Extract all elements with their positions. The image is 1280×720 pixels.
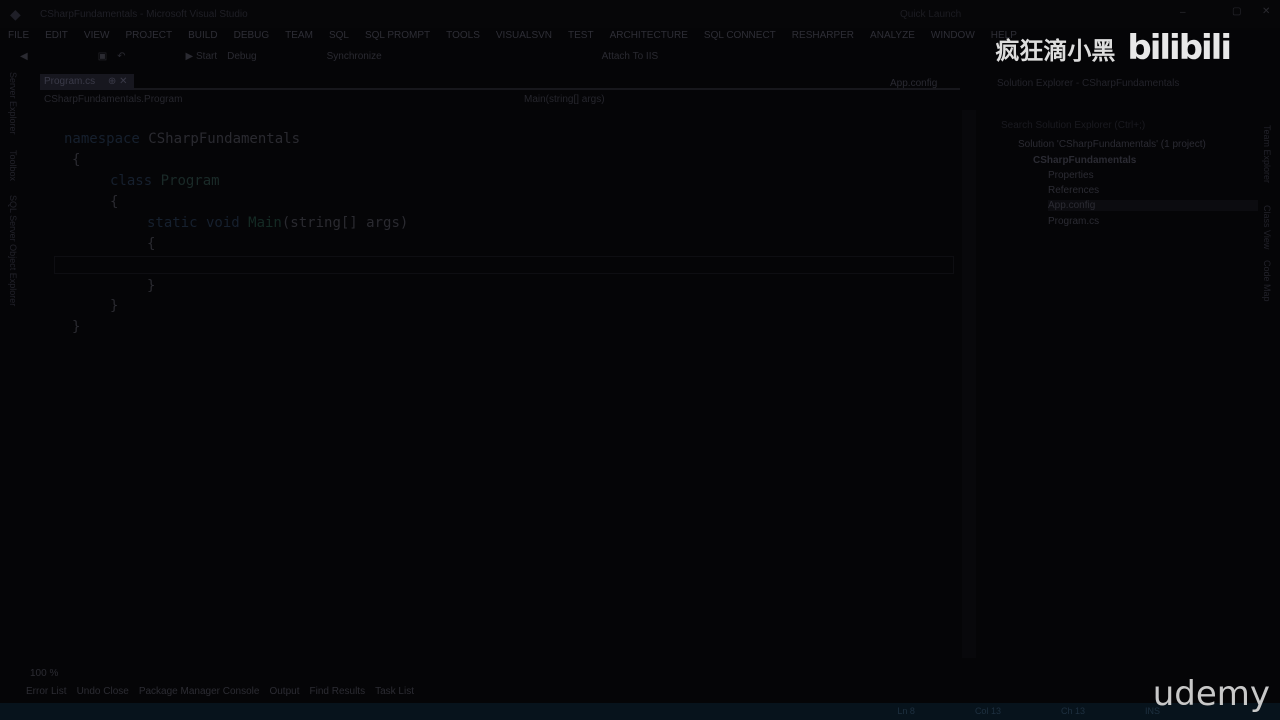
quick-launch-input[interactable]: Quick Launch bbox=[900, 9, 961, 20]
tree-item-solution[interactable]: Solution 'CSharpFundamentals' (1 project… bbox=[1018, 139, 1206, 150]
tree-item-properties[interactable]: Properties bbox=[1048, 170, 1094, 181]
side-tab-code-map[interactable]: Code Map bbox=[1262, 260, 1272, 302]
code-line: class Program bbox=[110, 173, 220, 189]
keyword: static void bbox=[147, 215, 240, 231]
menu-build[interactable]: BUILD bbox=[180, 28, 225, 44]
menu-window[interactable]: WINDOW bbox=[923, 28, 983, 44]
solution-explorer-title: Solution Explorer - CSharpFundamentals bbox=[997, 78, 1180, 89]
menu-visualsvn[interactable]: VISUALSVN bbox=[488, 28, 560, 44]
window-title: CSharpFundamentals - Microsoft Visual St… bbox=[40, 9, 248, 20]
menu-edit[interactable]: EDIT bbox=[37, 28, 76, 44]
tree-item-project[interactable]: CSharpFundamentals bbox=[1033, 155, 1136, 166]
member-dropdown[interactable]: Main(string[] args) bbox=[524, 94, 605, 105]
code-line: namespace CSharpFundamentals bbox=[64, 131, 300, 147]
menu-debug[interactable]: DEBUG bbox=[226, 28, 278, 44]
start-label: Start bbox=[196, 50, 218, 62]
params: (string[] args) bbox=[281, 215, 409, 231]
class-name: Program bbox=[152, 173, 220, 189]
status-ch: Ch 13 bbox=[1060, 706, 1085, 716]
menu-sql-connect[interactable]: SQL CONNECT bbox=[696, 28, 784, 44]
bottom-tab-find-results[interactable]: Find Results bbox=[310, 686, 366, 697]
side-tab-class-view[interactable]: Class View bbox=[1262, 205, 1272, 249]
sync-button[interactable]: Synchronize bbox=[327, 51, 382, 62]
tab-row bbox=[40, 74, 960, 90]
keyword: class bbox=[110, 173, 153, 189]
status-line: Ln 8 bbox=[897, 706, 915, 716]
solution-search-input[interactable]: Search Solution Explorer (Ctrl+;) bbox=[1001, 120, 1145, 131]
menu-file[interactable]: FILE bbox=[0, 28, 37, 44]
bilibili-watermark: 疯狂滴小黑 bilibili bbox=[995, 28, 1232, 68]
back-icon[interactable]: ◀ bbox=[20, 51, 28, 62]
status-bar: Ln 8 Col 13 Ch 13 INS bbox=[0, 703, 1280, 720]
maximize-button[interactable]: ▢ bbox=[1232, 6, 1241, 17]
current-line-highlight bbox=[54, 256, 954, 274]
bottom-tab-error-list[interactable]: Error List bbox=[26, 686, 67, 697]
bottom-tabs: Error List Undo Close Package Manager Cons… bbox=[26, 686, 414, 697]
method-name: Main bbox=[239, 215, 282, 231]
tab-label: Program.cs bbox=[44, 76, 96, 87]
side-tab-sql-server[interactable]: SQL Server Object Explorer bbox=[8, 195, 18, 306]
menu-architecture[interactable]: ARCHITECTURE bbox=[602, 28, 696, 44]
code-line: static void Main(string[] args) bbox=[147, 215, 408, 231]
keyword: namespace bbox=[64, 131, 140, 147]
code-editor[interactable] bbox=[40, 110, 960, 658]
bottom-tab-task-list[interactable]: Task List bbox=[375, 686, 414, 697]
menu-resharper[interactable]: RESHARPER bbox=[784, 28, 862, 44]
side-tab-team-explorer[interactable]: Team Explorer bbox=[1262, 125, 1272, 183]
close-tab-icon[interactable]: ✕ bbox=[119, 76, 127, 87]
tree-item-app-config[interactable]: App.config bbox=[1048, 200, 1258, 211]
status-col: Col 13 bbox=[974, 706, 1001, 716]
undo-icon[interactable]: ↶ bbox=[117, 51, 125, 62]
navigation-bar: CSharpFundamentals.Program Main(string[]… bbox=[40, 92, 960, 108]
code-line: { bbox=[72, 152, 81, 168]
namespace-name: CSharpFundamentals bbox=[139, 131, 301, 147]
attach-button[interactable]: Attach To IIS bbox=[602, 51, 659, 62]
tab-program-cs[interactable]: Program.cs ⊕ ✕ bbox=[40, 74, 134, 90]
side-tab-toolbox[interactable]: Toolbox bbox=[8, 150, 18, 181]
bottom-tab-output[interactable]: Output bbox=[269, 686, 299, 697]
minimize-button[interactable]: – bbox=[1180, 7, 1186, 18]
bottom-tab-package-manager-console[interactable]: Package Manager Console bbox=[139, 686, 260, 697]
bilibili-logo: bilibili bbox=[1127, 28, 1232, 68]
side-tab-server-explorer[interactable]: Server Explorer bbox=[8, 72, 18, 135]
udemy-logo: udemy bbox=[1152, 674, 1270, 714]
code-line: } bbox=[110, 298, 119, 314]
menu-sql[interactable]: SQL bbox=[321, 28, 357, 44]
code-line: { bbox=[147, 236, 156, 252]
save-icon[interactable]: ▣ bbox=[98, 51, 107, 62]
close-button[interactable]: ✕ bbox=[1262, 6, 1270, 17]
menu-project[interactable]: PROJECT bbox=[117, 28, 180, 44]
code-line: } bbox=[147, 278, 156, 294]
tree-item-program-cs[interactable]: Program.cs bbox=[1048, 216, 1099, 227]
menu-test[interactable]: TEST bbox=[560, 28, 602, 44]
bottom-tab-undo-close[interactable]: Undo Close bbox=[77, 686, 129, 697]
vs-logo-icon: ◆ bbox=[10, 6, 21, 22]
code-line: } bbox=[72, 319, 81, 335]
menu-analyze[interactable]: ANALYZE bbox=[862, 28, 923, 44]
menu-tools[interactable]: TOOLS bbox=[438, 28, 488, 44]
config-select[interactable]: Debug bbox=[227, 51, 256, 62]
zoom-select[interactable]: 100 % bbox=[30, 668, 58, 679]
start-button[interactable]: ▶ Start bbox=[186, 51, 218, 62]
menu-sql-prompt[interactable]: SQL PROMPT bbox=[357, 28, 438, 44]
tree-item-references[interactable]: References bbox=[1048, 185, 1099, 196]
author-watermark: 疯狂滴小黑 bbox=[995, 37, 1116, 65]
menu-view[interactable]: VIEW bbox=[76, 28, 118, 44]
menu-team[interactable]: TEAM bbox=[277, 28, 321, 44]
pin-icon[interactable]: ⊕ bbox=[108, 76, 116, 87]
vertical-scrollbar[interactable] bbox=[962, 110, 976, 658]
bottom-panel: 100 % Error List Undo Close Package Manage… bbox=[0, 666, 1200, 702]
title-bar: ◆ CSharpFundamentals - Microsoft Visual … bbox=[0, 0, 1280, 28]
code-line: { bbox=[110, 194, 119, 210]
type-dropdown[interactable]: CSharpFundamentals.Program bbox=[44, 94, 182, 105]
tab-app-config[interactable]: App.config bbox=[890, 78, 937, 89]
